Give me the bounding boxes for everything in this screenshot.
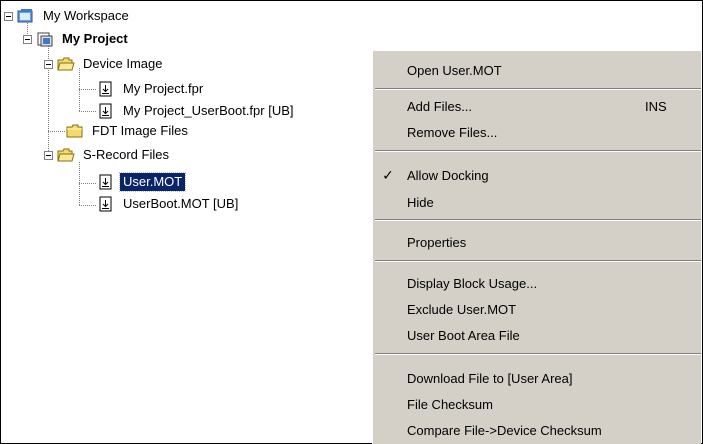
- tree-item-workspace[interactable]: My Workspace: [4, 6, 132, 26]
- menu-item-exclude-file[interactable]: Exclude User.MOT: [373, 296, 701, 322]
- menu-item-remove-files[interactable]: Remove Files...: [373, 119, 701, 145]
- menu-item-hide[interactable]: Hide: [373, 189, 701, 215]
- menu-separator: [375, 88, 701, 90]
- collapse-icon[interactable]: [4, 11, 13, 21]
- workspace-icon: [17, 8, 35, 24]
- context-menu: Open User.MOT Add Files... INS Remove Fi…: [372, 50, 701, 444]
- menu-item-user-boot-area-file[interactable]: User Boot Area File: [373, 322, 701, 348]
- menu-item-allow-docking[interactable]: ✓ Allow Docking: [373, 162, 701, 188]
- tree-label: FDT Image Files: [92, 123, 188, 138]
- shortcut-label: INS: [645, 98, 667, 114]
- folder-icon: [66, 123, 84, 139]
- menu-item-properties[interactable]: Properties: [373, 229, 701, 255]
- tree-item-fdt-image-files[interactable]: FDT Image Files: [66, 121, 191, 141]
- tree-label: My Project: [62, 31, 128, 46]
- menu-separator: [375, 260, 701, 262]
- tree-label: Device Image: [83, 56, 163, 71]
- download-file-icon: [97, 196, 115, 212]
- menu-separator: [375, 353, 701, 355]
- collapse-icon[interactable]: [44, 59, 53, 69]
- menu-item-file-checksum[interactable]: File Checksum: [373, 391, 701, 417]
- menu-item-compare-checksum[interactable]: Compare File->Device Checksum: [373, 417, 701, 443]
- download-file-icon: [97, 103, 115, 119]
- tree-item-fpr-file[interactable]: My Project.fpr: [97, 79, 206, 99]
- project-icon: [36, 31, 54, 47]
- tree-label: My Project.fpr: [123, 81, 204, 96]
- menu-separator: [375, 150, 701, 152]
- workspace-tree: My Workspace My Project Device Image My …: [0, 0, 380, 444]
- menu-item-display-block-usage[interactable]: Display Block Usage...: [373, 270, 701, 296]
- tree-item-user-mot[interactable]: User.MOT: [97, 172, 187, 192]
- tree-item-device-image[interactable]: Device Image: [44, 54, 165, 74]
- download-file-icon: [97, 81, 115, 97]
- menu-item-download-file[interactable]: Download File to [User Area]: [373, 365, 701, 391]
- folder-open-icon: [57, 147, 75, 163]
- menu-item-add-files[interactable]: Add Files... INS: [373, 93, 701, 119]
- menu-item-open-file[interactable]: Open User.MOT: [373, 57, 701, 83]
- tree-item-userboot-fpr-file[interactable]: My Project_UserBoot.fpr [UB]: [97, 101, 297, 121]
- collapse-icon[interactable]: [44, 150, 53, 160]
- tree-item-project[interactable]: My Project: [23, 29, 131, 49]
- tree-item-userboot-mot[interactable]: UserBoot.MOT [UB]: [97, 194, 241, 214]
- tree-label: S-Record Files: [83, 147, 169, 162]
- tree-label: My Project_UserBoot.fpr [UB]: [123, 103, 294, 118]
- collapse-icon[interactable]: [23, 34, 32, 44]
- tree-label-selected: User.MOT: [118, 172, 187, 192]
- checkmark-icon: ✓: [382, 166, 394, 183]
- tree-label: My Workspace: [43, 8, 129, 23]
- folder-open-icon: [57, 56, 75, 72]
- tree-label: UserBoot.MOT [UB]: [123, 196, 239, 211]
- tree-item-srecord-files[interactable]: S-Record Files: [44, 145, 172, 165]
- download-file-icon: [97, 174, 115, 190]
- menu-separator: [375, 219, 701, 221]
